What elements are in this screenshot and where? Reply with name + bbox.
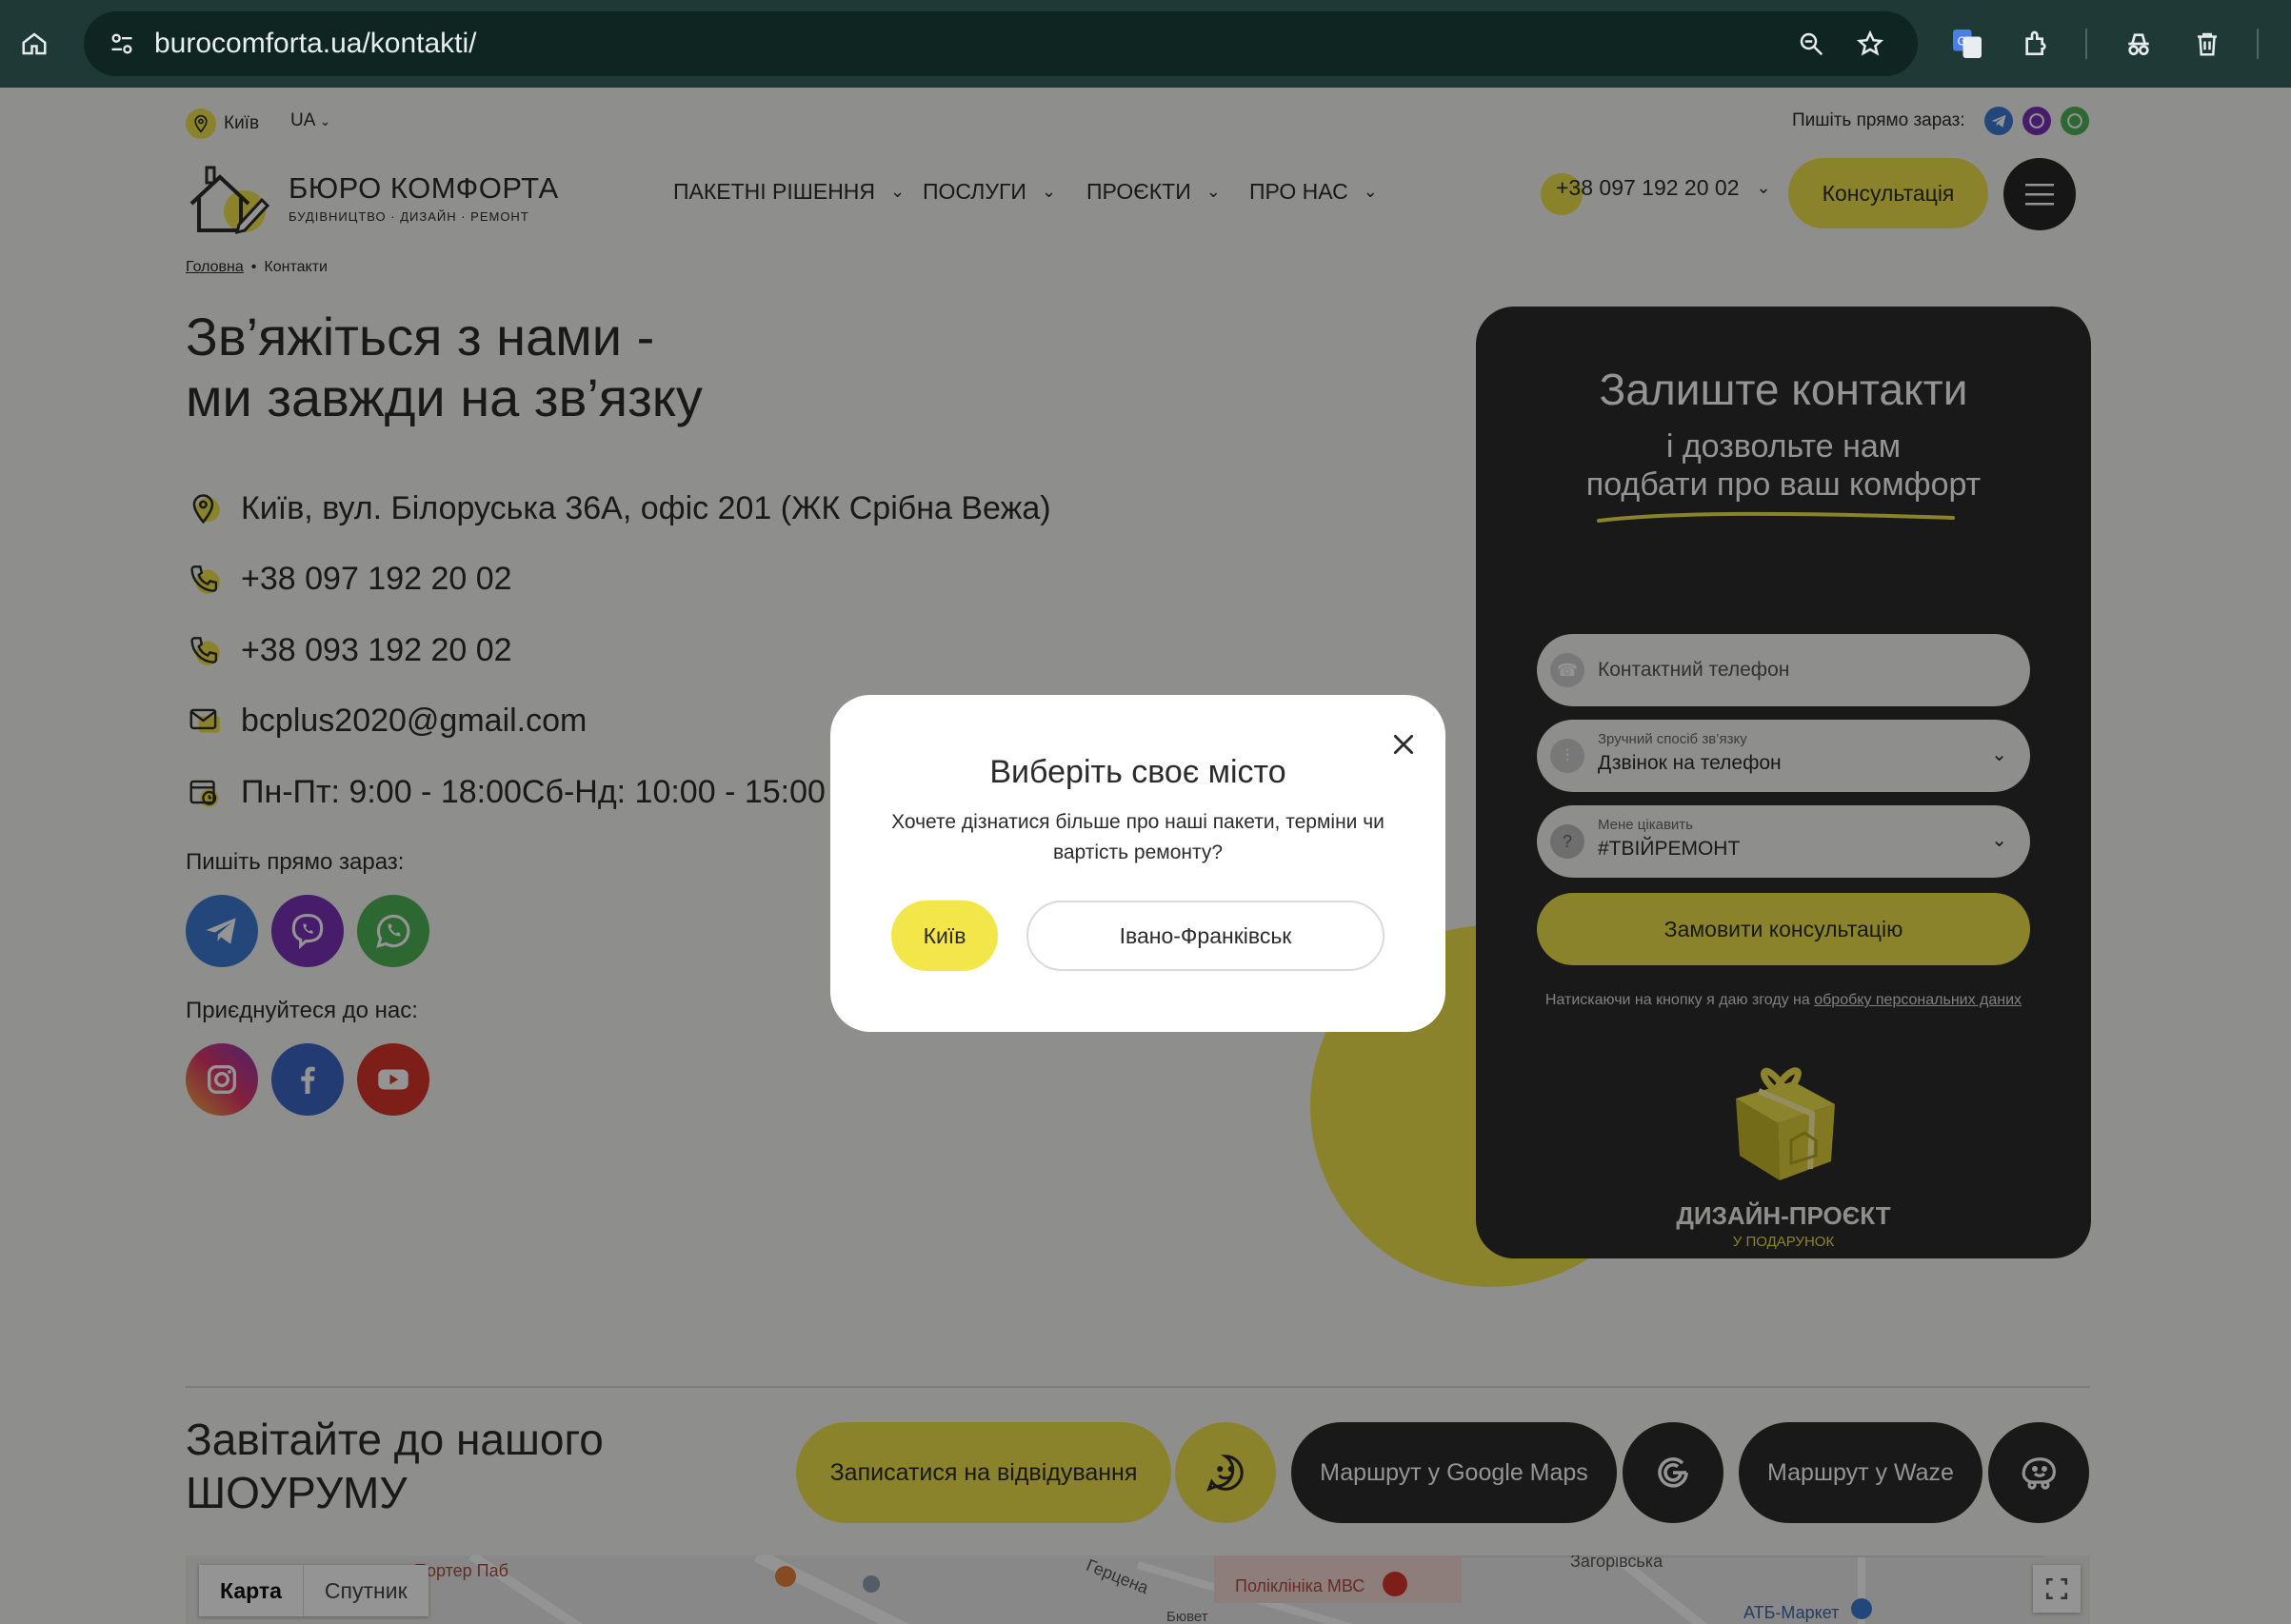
- city-ivano-frankivsk-button[interactable]: Івано-Франківськ: [1026, 901, 1385, 971]
- city-kyiv-button[interactable]: Київ: [891, 901, 998, 971]
- url-text[interactable]: burocomforta.ua/kontakti/: [154, 27, 477, 61]
- toolbar-separator: [2085, 29, 2087, 59]
- extensions-icon[interactable]: [2015, 23, 2057, 65]
- home-icon[interactable]: [15, 25, 53, 63]
- address-bar[interactable]: burocomforta.ua/kontakti/: [84, 11, 1918, 76]
- translate-icon[interactable]: G: [1946, 23, 1988, 65]
- modal-text: Хочете дізнатися більше про наші пакети,…: [891, 811, 1385, 863]
- zoom-icon[interactable]: [1792, 25, 1830, 63]
- modal-title: Виберіть своє місто: [989, 754, 1286, 790]
- city-select-modal: Виберіть своє місто Хочете дізнатися біл…: [830, 695, 1445, 1032]
- bookmark-star-icon[interactable]: [1851, 25, 1889, 63]
- incognito-icon[interactable]: [2118, 23, 2160, 65]
- site-settings-icon[interactable]: [103, 25, 141, 63]
- toolbar-separator: [2257, 29, 2259, 59]
- browser-toolbar: burocomforta.ua/kontakti/ G: [0, 0, 2291, 88]
- trash-icon[interactable]: [2186, 23, 2228, 65]
- svg-text:G: G: [1958, 35, 1966, 49]
